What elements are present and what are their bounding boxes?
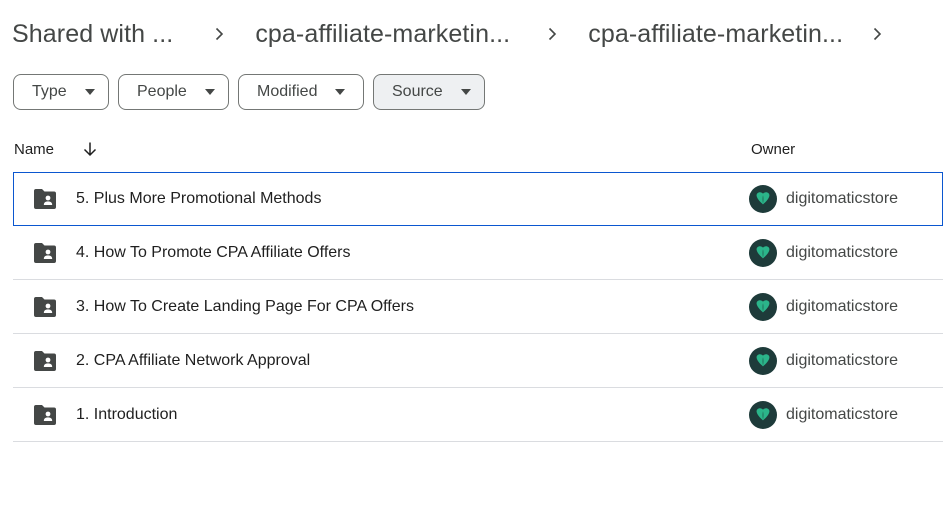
breadcrumb-item-shared[interactable]: Shared with ... bbox=[12, 20, 173, 49]
breadcrumb-item-folder-2[interactable]: cpa-affiliate-marketin... bbox=[588, 20, 843, 49]
owner-avatar-logo bbox=[749, 293, 777, 321]
caret-down-icon bbox=[335, 87, 346, 97]
table-row[interactable]: 5. Plus More Promotional Methods digitom… bbox=[13, 172, 943, 226]
file-name: 2. CPA Affiliate Network Approval bbox=[76, 352, 311, 369]
owner-avatar-logo bbox=[749, 185, 777, 213]
caret-down-icon bbox=[84, 87, 95, 97]
list-header: Name Owner bbox=[0, 136, 943, 166]
table-row[interactable]: 2. CPA Affiliate Network Approval digito… bbox=[13, 334, 943, 388]
file-name: 3. How To Create Landing Page For CPA Of… bbox=[76, 298, 414, 315]
owner-avatar-logo bbox=[749, 239, 777, 267]
arrow-down-icon[interactable] bbox=[80, 139, 100, 159]
caret-down-icon bbox=[204, 87, 215, 97]
filter-people-button[interactable]: People bbox=[118, 74, 229, 110]
shared-folder-icon bbox=[33, 243, 57, 263]
table-row[interactable]: 1. Introduction digitomaticstore bbox=[13, 388, 943, 442]
owner-name: digitomaticstore bbox=[786, 298, 899, 315]
file-name: 5. Plus More Promotional Methods bbox=[76, 190, 322, 207]
owner-name: digitomaticstore bbox=[786, 352, 899, 369]
file-name: 1. Introduction bbox=[76, 406, 178, 423]
filter-chips: Type People Modified Source bbox=[13, 74, 485, 110]
filter-label: Type bbox=[32, 83, 67, 100]
shared-folder-icon bbox=[33, 189, 57, 209]
chevron-right-icon bbox=[540, 22, 564, 46]
file-name: 4. How To Promote CPA Affiliate Offers bbox=[76, 244, 351, 261]
owner-name: digitomaticstore bbox=[786, 244, 899, 261]
chevron-right-icon bbox=[207, 22, 231, 46]
owner-avatar-logo bbox=[749, 401, 777, 429]
breadcrumb: Shared with ... cpa-affiliate-marketin..… bbox=[12, 14, 889, 54]
caret-down-icon bbox=[460, 87, 471, 97]
column-header-owner[interactable]: Owner bbox=[751, 141, 795, 158]
filter-modified-button[interactable]: Modified bbox=[238, 74, 364, 110]
filter-label: People bbox=[137, 83, 187, 100]
table-row[interactable]: 4. How To Promote CPA Affiliate Offers d… bbox=[13, 226, 943, 280]
owner-avatar-logo bbox=[749, 347, 777, 375]
shared-folder-icon bbox=[33, 351, 57, 371]
filter-label: Modified bbox=[257, 83, 318, 100]
owner-name: digitomaticstore bbox=[786, 406, 899, 423]
file-list: 5. Plus More Promotional Methods digitom… bbox=[13, 172, 943, 442]
shared-folder-icon bbox=[33, 405, 57, 425]
filter-label: Source bbox=[392, 83, 443, 100]
column-header-name[interactable]: Name bbox=[14, 141, 54, 158]
filter-source-button[interactable]: Source bbox=[373, 74, 485, 110]
chevron-right-icon[interactable] bbox=[865, 22, 889, 46]
breadcrumb-item-folder-1[interactable]: cpa-affiliate-marketin... bbox=[255, 20, 510, 49]
table-row[interactable]: 3. How To Create Landing Page For CPA Of… bbox=[13, 280, 943, 334]
shared-folder-icon bbox=[33, 297, 57, 317]
owner-name: digitomaticstore bbox=[786, 190, 899, 207]
filter-type-button[interactable]: Type bbox=[13, 74, 109, 110]
